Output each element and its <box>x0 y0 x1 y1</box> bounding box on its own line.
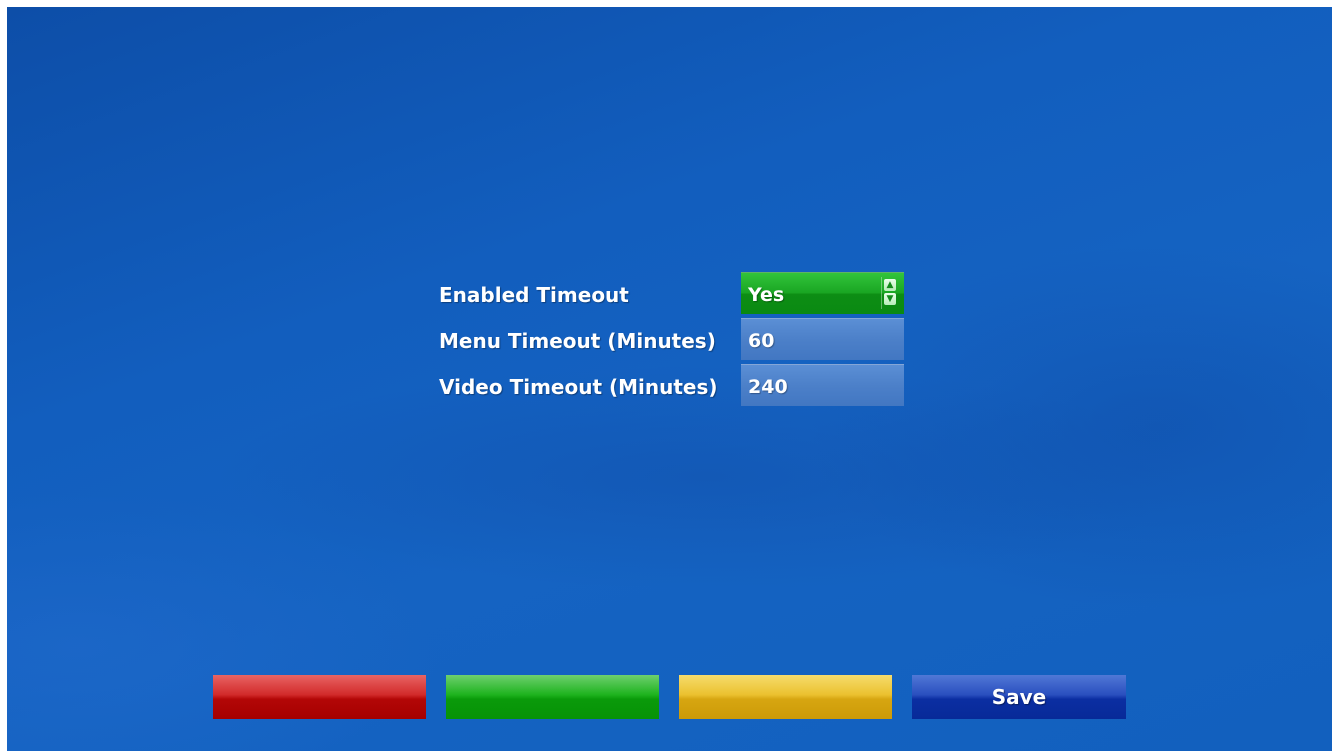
yellow-button[interactable] <box>679 675 892 719</box>
enabled-timeout-label: Enabled Timeout <box>439 283 629 307</box>
chevron-down-icon[interactable]: ▼ <box>884 293 896 305</box>
save-button[interactable]: Save <box>912 675 1126 719</box>
menu-timeout-field[interactable]: 60 <box>741 318 904 360</box>
enabled-timeout-value: Yes <box>748 284 785 306</box>
video-timeout-field[interactable]: 240 <box>741 364 904 406</box>
video-timeout-value: 240 <box>748 376 788 398</box>
menu-timeout-value: 60 <box>748 330 775 352</box>
video-timeout-label: Video Timeout (Minutes) <box>439 375 718 399</box>
enabled-timeout-select[interactable]: Yes ▲ ▼ <box>741 272 904 314</box>
green-button[interactable] <box>446 675 659 719</box>
menu-timeout-label: Menu Timeout (Minutes) <box>439 329 716 353</box>
chevron-up-icon[interactable]: ▲ <box>884 279 896 291</box>
settings-screen: Enabled Timeout Yes ▲ ▼ Menu Timeout (Mi… <box>7 7 1332 751</box>
color-button-bar: Save <box>213 675 1126 719</box>
enabled-timeout-spinner: ▲ ▼ <box>881 277 898 309</box>
red-button[interactable] <box>213 675 426 719</box>
